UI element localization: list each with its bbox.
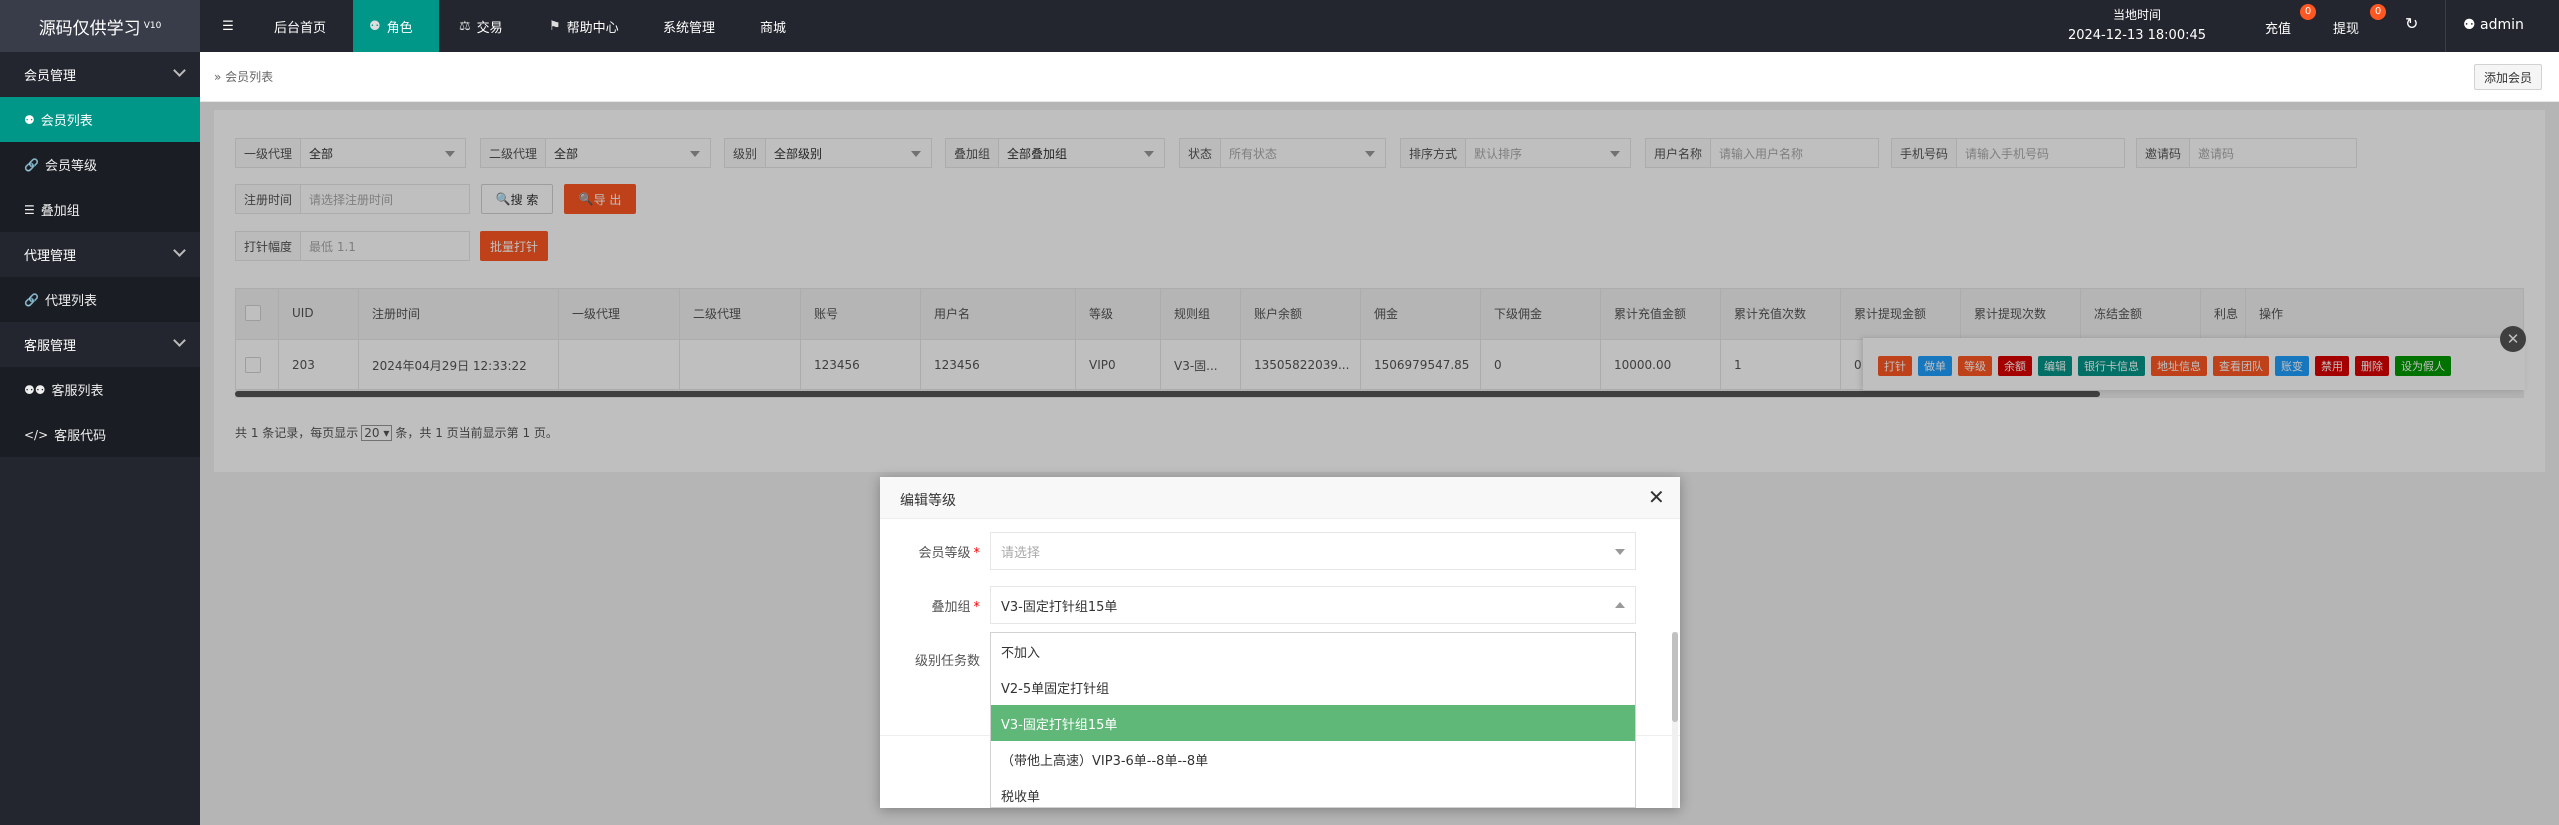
sidebar-item-label: 客服列表 (51, 384, 104, 399)
admin-user-menu[interactable]: ⚉ admin (2463, 17, 2524, 33)
local-time-label: 当地时间 (2112, 8, 2161, 22)
nav-role[interactable]: ⚉ 角色 (353, 0, 439, 52)
logo-version: V10 (143, 21, 162, 31)
sidebar-group-members[interactable]: 会员管理 (0, 52, 200, 97)
nav-label: 系统管理 (663, 20, 716, 36)
chevron-right-icon: » (214, 70, 226, 84)
sidebar-group-label: 客服管理 (24, 339, 77, 354)
sidebar-group-support[interactable]: 客服管理 (0, 322, 200, 367)
admin-name: admin (2480, 17, 2524, 33)
withdraw-badge: 0 (2370, 4, 2386, 20)
nav-label: 交易 (476, 20, 503, 36)
chevron-down-icon (173, 334, 186, 347)
sidebar-item-member-list[interactable]: ⚉ 会员列表 (0, 97, 200, 142)
nav-help[interactable]: ⚑ 帮助中心 (533, 0, 635, 52)
sidebar-item-agent-list[interactable]: 🔗 代理列表 (0, 277, 200, 322)
users-icon: ⚉⚉ (24, 382, 46, 397)
tasks-label: 级别任务数 (914, 653, 980, 669)
code-icon: </> (24, 427, 49, 442)
withdraw-link[interactable]: 提现 (2333, 18, 2359, 37)
stack-group-label: 叠加组 * (931, 599, 980, 615)
dropdown-option[interactable]: V2-5单固定打针组 (991, 669, 1635, 705)
chevron-down-icon (173, 244, 186, 257)
close-icon[interactable]: ✕ (1648, 485, 1665, 509)
nav-label: 帮助中心 (566, 20, 619, 36)
nav-label: 角色 (386, 20, 413, 36)
caret-down-icon (1615, 549, 1625, 555)
link-icon: 🔗 (24, 157, 39, 172)
member-level-label: 会员等级 * (918, 545, 980, 561)
list-icon: ☰ (24, 202, 35, 217)
refresh-icon[interactable]: ↻ (2405, 14, 2418, 33)
dialog-title: 编辑等级 (900, 493, 956, 509)
user-icon: ⚉ (2463, 17, 2481, 33)
sidebar-group-label: 代理管理 (24, 249, 77, 264)
stack-group-row: 叠加组 * V3-固定打针组15单 (880, 585, 1680, 625)
dropdown-option-selected[interactable]: V3-固定打针组15单 (991, 705, 1635, 741)
sidebar-item-label: 会员列表 (40, 114, 93, 129)
sidebar-item-stack-group[interactable]: ☰ 叠加组 (0, 187, 200, 232)
edit-level-dialog: 编辑等级 ✕ 会员等级 * 请选择 叠加组 * V3-固定打针组15单 级别任务数 … (880, 477, 1680, 808)
nav-label: 商城 (760, 20, 787, 36)
nav-home[interactable]: 后台首页 (258, 0, 342, 52)
nav-system[interactable]: 系统管理 (647, 0, 731, 52)
divider (2445, 0, 2446, 52)
scale-icon: ⚖ (459, 18, 471, 34)
recharge-badge: 0 (2300, 4, 2316, 20)
nav-trade[interactable]: ⚖ 交易 (443, 0, 519, 52)
dropdown-option[interactable]: 不加入 (991, 633, 1635, 669)
sidebar-item-support-code[interactable]: </> 客服代码 (0, 412, 200, 457)
sidebar-group-label: 会员管理 (24, 69, 77, 84)
link-icon: 🔗 (24, 292, 39, 307)
sidebar-item-label: 叠加组 (40, 204, 80, 219)
recharge-link[interactable]: 充值 (2265, 18, 2291, 37)
sidebar-item-label: 会员等级 (44, 159, 97, 174)
sidebar-item-member-level[interactable]: 🔗 会员等级 (0, 142, 200, 187)
stack-group-dropdown: 不加入 V2-5单固定打针组 V3-固定打针组15单 （带他上高速）VIP3-6… (990, 632, 1636, 808)
caret-up-icon (1615, 602, 1625, 608)
user-icon: ⚉ (24, 112, 35, 127)
dropdown-option[interactable]: 税收单 (991, 777, 1635, 807)
local-time-value: 2024-12-13 18:00:45 (2067, 28, 2207, 43)
label-text: 叠加组 (931, 599, 971, 615)
dropdown-option[interactable]: （带他上高速）VIP3-6单--8单--8单 (991, 741, 1635, 777)
flag-icon: ⚑ (549, 18, 561, 34)
add-member-button[interactable]: 添加会员 (2474, 64, 2542, 90)
sidebar-item-support-list[interactable]: ⚉⚉ 客服列表 (0, 367, 200, 412)
scrollbar-thumb[interactable] (1672, 632, 1678, 722)
stack-group-select[interactable]: V3-固定打针组15单 (990, 586, 1636, 624)
select-placeholder: 请选择 (1001, 545, 1041, 561)
member-level-select[interactable]: 请选择 (990, 532, 1636, 570)
label-text: 会员等级 (918, 545, 971, 561)
chevron-down-icon (173, 64, 186, 77)
logo-text: 源码仅供学习 (38, 18, 141, 39)
user-icon: ⚉ (369, 18, 381, 34)
nav-shop[interactable]: 商城 (744, 0, 802, 52)
app-logo[interactable]: 源码仅供学习 V10 (0, 0, 200, 52)
select-value: V3-固定打针组15单 (1001, 599, 1118, 615)
menu-toggle-icon[interactable]: ☰ (200, 0, 256, 52)
dialog-header (880, 477, 1680, 519)
breadcrumb: » 会员列表 (214, 68, 273, 85)
member-level-row: 会员等级 * 请选择 (880, 531, 1680, 571)
breadcrumb-bar (200, 52, 2559, 102)
nav-label: 后台首页 (274, 20, 327, 36)
sidebar-group-agents[interactable]: 代理管理 (0, 232, 200, 277)
sidebar-item-label: 客服代码 (54, 429, 107, 444)
sidebar-item-label: 代理列表 (44, 294, 97, 309)
breadcrumb-current[interactable]: 会员列表 (225, 70, 273, 84)
